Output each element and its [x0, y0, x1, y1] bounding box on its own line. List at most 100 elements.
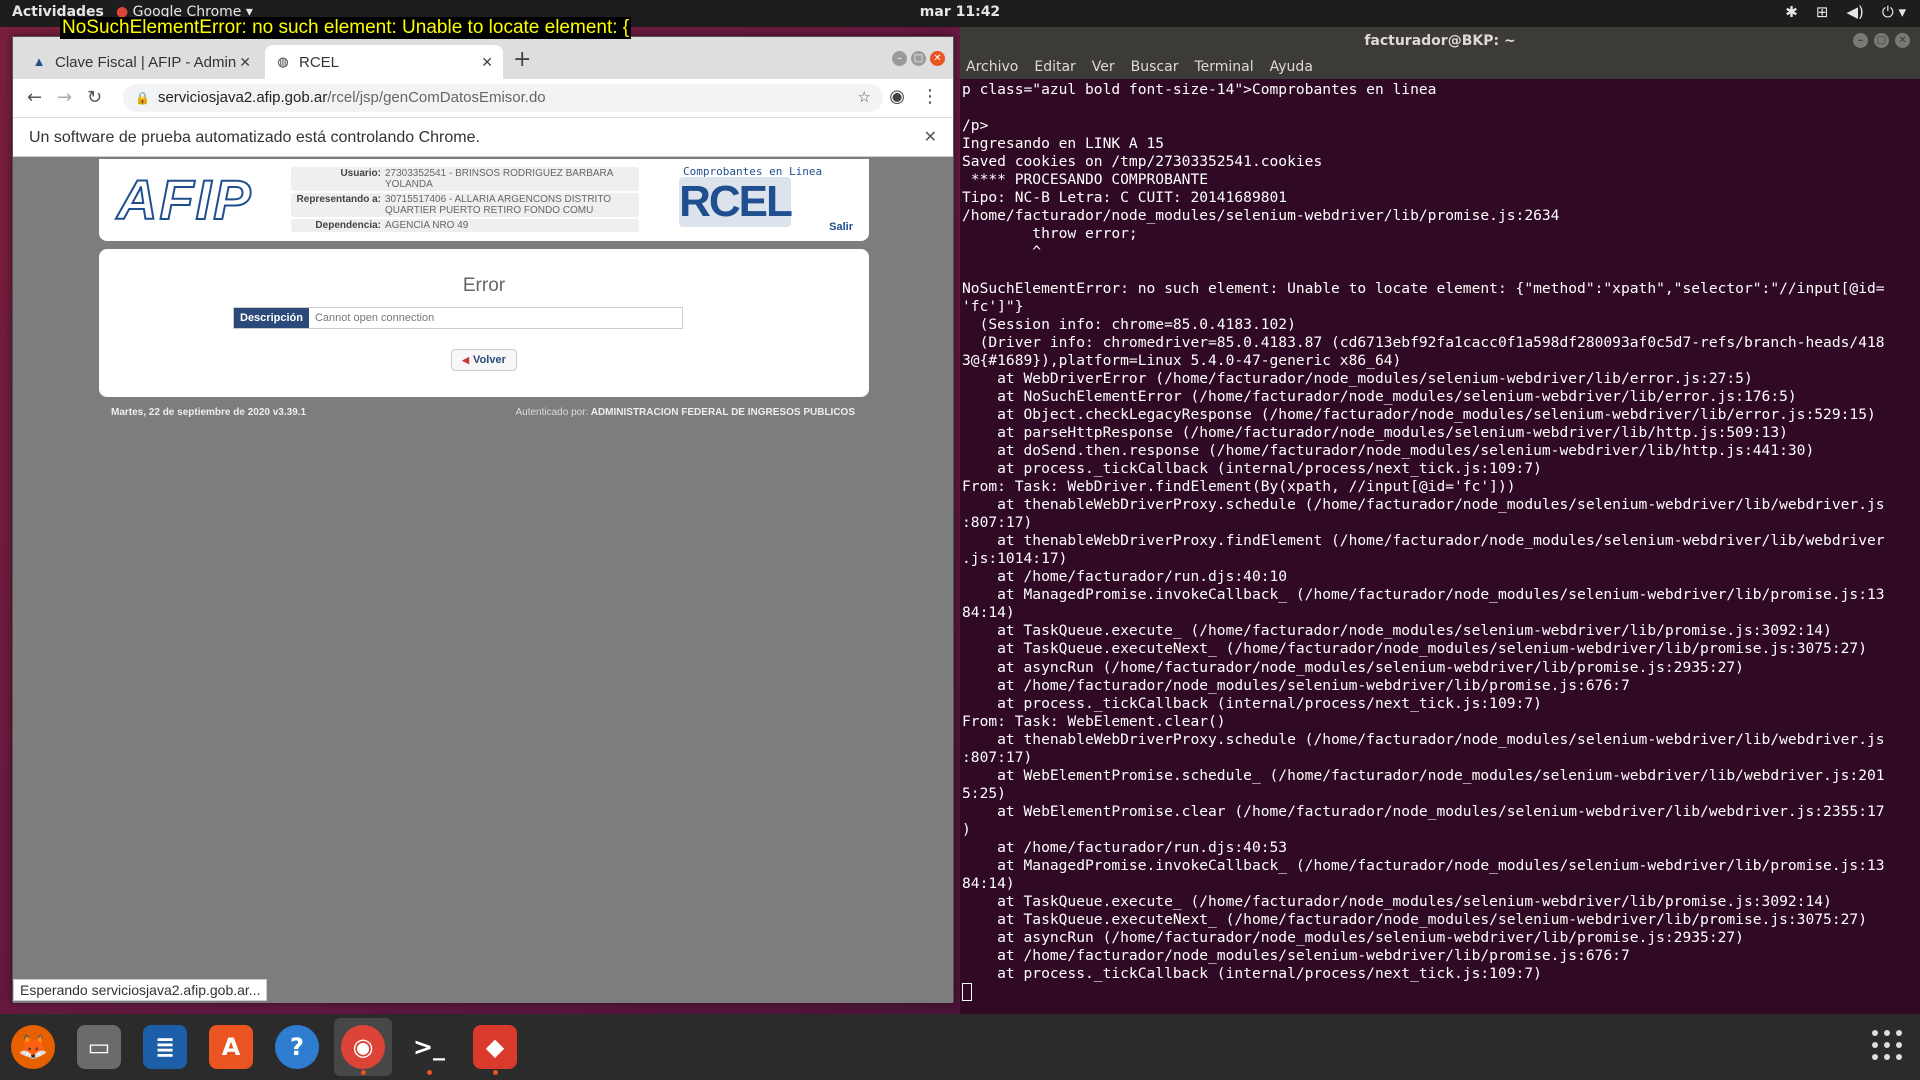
menu-buscar[interactable]: Buscar: [1131, 55, 1179, 79]
terminal-launcher[interactable]: >_: [400, 1018, 458, 1076]
help-icon: ?: [275, 1025, 319, 1069]
terminal-line: ): [962, 820, 971, 838]
afip-favicon-icon: ▲: [32, 54, 46, 69]
back-icon[interactable]: ←: [27, 87, 42, 108]
help-launcher[interactable]: ?: [268, 1018, 326, 1076]
writer-icon: ≣: [143, 1025, 187, 1069]
tab-strip: ▲ Clave Fiscal | AFIP - Admin ✕ ◍ RCEL ✕…: [13, 37, 953, 79]
files-launcher[interactable]: ▭: [70, 1018, 128, 1076]
minimize-icon[interactable]: –: [1853, 33, 1868, 48]
software-launcher[interactable]: A: [202, 1018, 260, 1076]
terminal-line: at process._tickCallback (internal/proce…: [962, 694, 1542, 712]
minimize-icon[interactable]: –: [892, 51, 907, 66]
terminal-line: at TaskQueue.execute_ (/home/facturador/…: [962, 893, 1832, 911]
terminal-line: throw error;: [962, 225, 1138, 243]
terminal-line: at /home/facturador/node_modules/seleniu…: [962, 676, 1630, 694]
show-applications-icon[interactable]: [1872, 1030, 1902, 1060]
afip-logo: AFIP: [116, 167, 253, 232]
reload-icon[interactable]: ↻: [87, 87, 102, 108]
volver-button[interactable]: ◀ Volver: [451, 349, 517, 371]
terminal-line: p class="azul bold font-size-14">Comprob…: [962, 81, 1437, 98]
url-path: /rcel/jsp/genComDatosEmisor.do: [327, 89, 546, 106]
tab-rcel[interactable]: ◍ RCEL ✕: [265, 45, 503, 79]
terminal-line: at Object.checkLegacyResponse (/home/fac…: [962, 405, 1876, 423]
close-infobar-icon[interactable]: ✕: [924, 118, 937, 158]
address-bar[interactable]: 🔒 serviciosjava2.afip.gob.ar/rcel/jsp/gen…: [123, 84, 883, 112]
error-title: Error: [462, 275, 506, 296]
terminal-line: (Session info: chrome=85.0.4183.102): [962, 315, 1296, 333]
menu-archivo[interactable]: Archivo: [966, 55, 1018, 79]
url-host: serviciosjava2.afip.gob.ar: [157, 89, 328, 106]
terminal-line: at TaskQueue.executeNext_ (/home/factura…: [962, 640, 1867, 658]
chrome-window: ▲ Clave Fiscal | AFIP - Admin ✕ ◍ RCEL ✕…: [12, 36, 954, 1003]
error-panel: Error Descripción Cannot open connection…: [99, 249, 869, 397]
firefox-launcher[interactable]: 🦊: [4, 1018, 62, 1076]
terminal-title: facturador@BKP: ~: [1364, 33, 1516, 49]
terminal-line: 3@{#1689}),platform=Linux 5.4.0-47-gener…: [962, 351, 1402, 369]
tab-title: Clave Fiscal | AFIP - Admin: [55, 53, 237, 71]
footer-auth: Autenticado por: ADMINISTRACION FEDERAL …: [515, 407, 855, 418]
automation-infobar: Un software de prueba automatizado está …: [13, 117, 953, 157]
terminal-line: at TaskQueue.execute_ (/home/facturador/…: [962, 622, 1832, 640]
terminal-line: 84:14): [962, 875, 1015, 893]
representando-value: 30715517406 - ALLARIA ARGENCONS DISTRITO…: [385, 194, 612, 216]
dependencia-value: AGENCIA NRO 49: [385, 220, 469, 231]
menu-terminal[interactable]: Terminal: [1194, 55, 1253, 79]
browser-toolbar: ← → ↻ 🔒 serviciosjava2.afip.gob.ar/rcel/j…: [13, 79, 953, 117]
system-tray[interactable]: ✱ ⊞ ◀) ⏻ ▾: [1785, 3, 1906, 21]
close-window-icon[interactable]: ✕: [930, 51, 945, 66]
terminal-icon: >_: [407, 1025, 451, 1069]
terminal-line: /p>: [962, 117, 989, 135]
volver-label: Volver: [473, 354, 506, 366]
menu-ver[interactable]: Ver: [1092, 55, 1115, 79]
description-label: Descripción: [234, 308, 309, 328]
close-window-icon[interactable]: ✕: [1895, 33, 1910, 48]
close-tab-icon[interactable]: ✕: [239, 54, 251, 71]
description-row: Descripción Cannot open connection: [233, 307, 683, 329]
terminal-cursor: [962, 983, 1916, 1002]
usuario-label: Usuario:: [340, 168, 381, 179]
tab-clave-fiscal[interactable]: ▲ Clave Fiscal | AFIP - Admin ✕: [21, 45, 261, 79]
terminal-line: at ManagedPromise.invokeCallback_ (/home…: [962, 857, 1885, 875]
terminal-line: at /home/facturador/run.djs:40:10: [962, 568, 1288, 586]
new-tab-button[interactable]: +: [513, 47, 531, 72]
writer-launcher[interactable]: ≣: [136, 1018, 194, 1076]
terminal-line: From: Task: WebDriver.findElement(By(xpa…: [962, 478, 1516, 496]
terminal-output[interactable]: p class="azul bold font-size-14">Comprob…: [962, 81, 1916, 1011]
terminal-line: at process._tickCallback (internal/proce…: [962, 459, 1542, 477]
git-app-launcher[interactable]: ◆: [466, 1018, 524, 1076]
menu-kebab-icon[interactable]: ⋮: [921, 86, 939, 107]
terminal-line: at thenableWebDriverProxy.schedule (/hom…: [962, 730, 1885, 748]
close-tab-icon[interactable]: ✕: [481, 54, 493, 71]
power-icon[interactable]: ⏻ ▾: [1882, 3, 1906, 21]
volume-icon[interactable]: ◀): [1846, 3, 1863, 21]
arrow-left-icon: ◀: [462, 355, 470, 365]
terminal-line: at WebDriverError (/home/facturador/node…: [962, 369, 1753, 387]
terminal-line: .js:1014:17): [962, 550, 1068, 568]
user-info: Usuario: 27303352541 - BRINSOS RODRIGUEZ …: [291, 167, 639, 234]
bookmark-star-icon[interactable]: ☆: [858, 84, 871, 112]
forward-icon[interactable]: →: [57, 87, 72, 108]
software-icon: A: [209, 1025, 253, 1069]
bluetooth-icon[interactable]: ✱: [1785, 3, 1798, 21]
terminal-line: 5:25): [962, 784, 1006, 802]
terminal-window: facturador@BKP: ~ – □ ✕ Archivo Editar V…: [960, 27, 1920, 1014]
terminal-line: at WebElementPromise.schedule_ (/home/fa…: [962, 766, 1885, 784]
salir-link[interactable]: Salir: [829, 221, 853, 233]
chrome-launcher[interactable]: ◉: [334, 1018, 392, 1076]
maximize-icon[interactable]: □: [911, 51, 926, 66]
terminal-line: 'fc']"}: [962, 297, 1024, 315]
lock-icon: 🔒: [135, 91, 150, 105]
menu-ayuda[interactable]: Ayuda: [1270, 55, 1313, 79]
footer-auth-org: ADMINISTRACION FEDERAL DE INGRESOS PUBLI…: [590, 407, 855, 418]
afip-header: AFIP Usuario: 27303352541 - BRINSOS RODRI…: [99, 159, 869, 241]
infobar-text: Un software de prueba automatizado está …: [29, 129, 480, 146]
terminal-line: at asyncRun (/home/facturador/node_modul…: [962, 929, 1744, 947]
menu-editar[interactable]: Editar: [1034, 55, 1075, 79]
terminal-line: at ManagedPromise.invokeCallback_ (/home…: [962, 586, 1885, 604]
network-icon[interactable]: ⊞: [1816, 3, 1829, 21]
profile-icon[interactable]: ◉: [889, 86, 905, 107]
maximize-icon[interactable]: □: [1874, 33, 1889, 48]
terminal-line: ^: [962, 243, 1042, 261]
